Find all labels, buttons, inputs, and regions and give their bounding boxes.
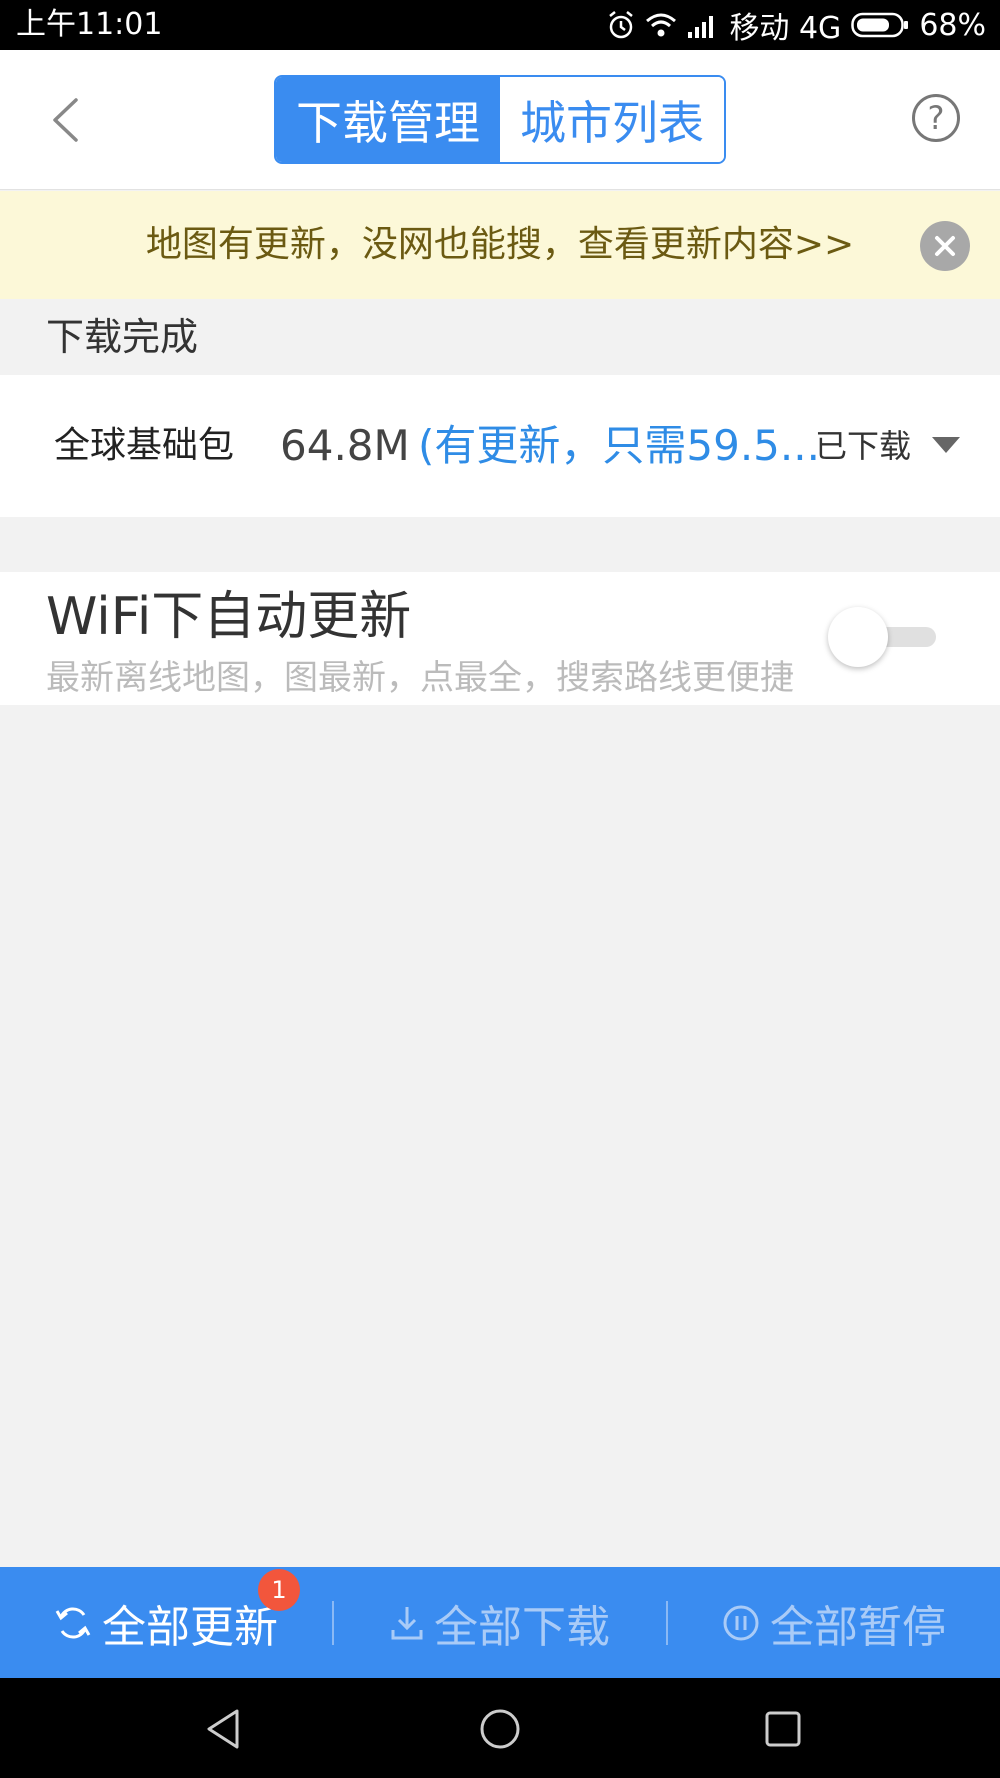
package-status: 已下载 bbox=[815, 427, 912, 465]
battery-icon bbox=[851, 12, 909, 38]
pause-icon bbox=[723, 1605, 759, 1640]
status-time: 上午11:01 bbox=[16, 7, 163, 42]
wifi-auto-update-row: WiFi下自动更新 最新离线地图，图最新，点最全，搜索路线更便捷 bbox=[0, 572, 1000, 705]
toggle-knob bbox=[828, 607, 888, 667]
download-all-label: 全部下载 bbox=[434, 1601, 610, 1653]
system-nav-bar bbox=[0, 1678, 1000, 1778]
status-right: 移动 4G 68% bbox=[607, 6, 986, 46]
circle-home-icon bbox=[480, 1709, 520, 1749]
wifi-auto-update-title: WiFi下自动更新 bbox=[46, 587, 412, 647]
tab-switcher: 下载管理 城市列表 bbox=[274, 75, 726, 164]
question-mark-icon: ? bbox=[927, 99, 945, 137]
list-item-global-base-package[interactable]: 全球基础包 64.8M (有更新，只需59.5... 已下载 bbox=[0, 375, 1000, 517]
downloaded-section-header: 下载完成 bbox=[0, 299, 1000, 375]
dropdown-arrow-icon[interactable] bbox=[932, 437, 960, 453]
download-all-button[interactable]: 全部下载 bbox=[334, 1567, 666, 1678]
section-title: 下载完成 bbox=[46, 315, 199, 359]
download-icon bbox=[391, 1606, 423, 1639]
carrier-label: 移动 4G bbox=[729, 11, 842, 46]
square-recent-icon bbox=[765, 1711, 801, 1747]
package-size: 64.8M bbox=[280, 421, 410, 470]
chevron-left-icon bbox=[53, 98, 78, 142]
update-all-label: 全部更新 bbox=[102, 1601, 278, 1653]
pause-all-label: 全部暂停 bbox=[770, 1601, 946, 1653]
refresh-icon bbox=[55, 1607, 91, 1638]
wifi-auto-update-toggle[interactable] bbox=[828, 607, 940, 667]
package-name: 全球基础包 bbox=[54, 425, 235, 466]
battery-percent: 68% bbox=[919, 7, 986, 43]
triangle-back-icon bbox=[207, 1709, 239, 1749]
tab-download-manager[interactable]: 下载管理 bbox=[276, 77, 500, 162]
back-button[interactable] bbox=[40, 90, 90, 150]
package-update-note: (有更新，只需59.5... bbox=[418, 421, 820, 470]
tab-city-list[interactable]: 城市列表 bbox=[500, 77, 724, 162]
update-count-badge: 1 bbox=[258, 1569, 300, 1611]
wifi-icon bbox=[645, 12, 677, 38]
signal-icon bbox=[687, 12, 719, 38]
nav-header: 下载管理 城市列表 ? bbox=[0, 50, 1000, 190]
status-bar: 上午11:01 移动 4G 68% bbox=[0, 0, 1000, 50]
update-notice-text[interactable]: 地图有更新，没网也能搜，查看更新内容>> bbox=[0, 191, 1000, 299]
nav-recent-button[interactable] bbox=[758, 1704, 808, 1754]
update-notice-banner[interactable]: 地图有更新，没网也能搜，查看更新内容>> bbox=[0, 191, 1000, 299]
alarm-icon bbox=[607, 10, 635, 40]
wifi-auto-update-description: 最新离线地图，图最新，点最全，搜索路线更便捷 bbox=[46, 658, 794, 698]
bottom-action-bar: 全部更新 1 全部下载 全部暂停 bbox=[0, 1567, 1000, 1678]
notice-close-button[interactable] bbox=[920, 221, 970, 271]
pause-all-button[interactable]: 全部暂停 bbox=[668, 1567, 1000, 1678]
nav-home-button[interactable] bbox=[475, 1704, 525, 1754]
nav-back-button[interactable] bbox=[198, 1704, 248, 1754]
update-all-button[interactable]: 全部更新 1 bbox=[0, 1567, 332, 1678]
close-icon bbox=[935, 236, 955, 256]
help-button[interactable]: ? bbox=[912, 94, 960, 142]
